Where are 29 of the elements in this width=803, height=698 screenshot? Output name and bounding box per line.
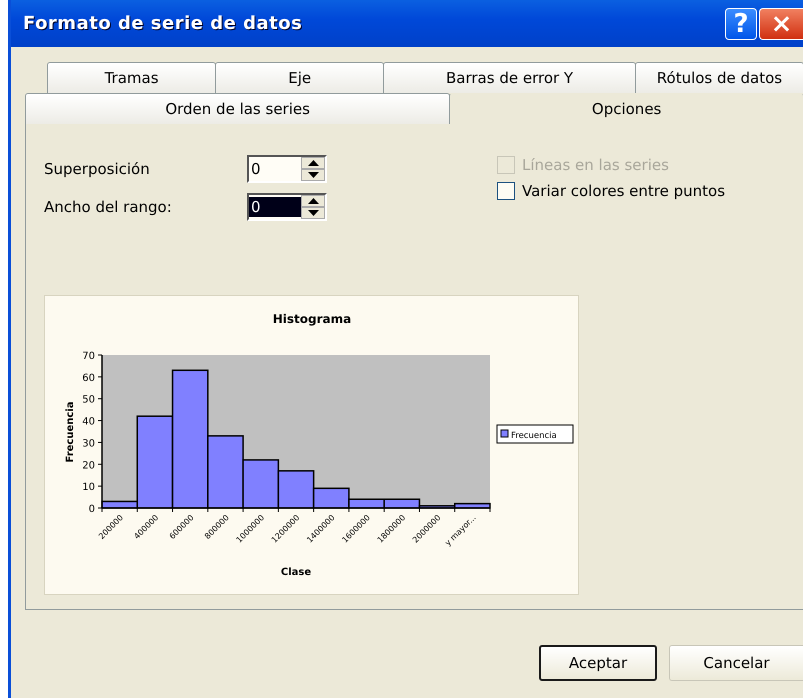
- dialog-button[interactable]: Cancelar: [669, 645, 803, 681]
- spin-field[interactable]: 0: [247, 193, 327, 221]
- spin-field[interactable]: 0: [247, 155, 327, 183]
- y-axis-title: Frecuencia: [65, 402, 76, 462]
- tab[interactable]: Rótulos de datos: [634, 62, 803, 93]
- legend-label: Frecuencia: [511, 431, 557, 441]
- dialog-button[interactable]: Aceptar: [539, 645, 657, 681]
- y-tick-label: 20: [82, 460, 95, 472]
- y-tick-label: 10: [82, 482, 95, 494]
- window-title: Formato de serie de datos: [23, 13, 304, 34]
- close-button[interactable]: ×: [759, 8, 803, 40]
- y-tick-label: 60: [82, 372, 95, 384]
- tab[interactable]: Tramas: [47, 62, 216, 93]
- field-label: Superposición: [44, 160, 151, 178]
- checkbox[interactable]: [497, 182, 515, 200]
- y-tick-label: 30: [82, 438, 95, 450]
- tab[interactable]: Orden de las series: [25, 93, 450, 124]
- chart-title: Histograma: [272, 312, 352, 326]
- y-tick-label: 70: [82, 351, 95, 362]
- y-tick-label: 40: [82, 416, 95, 428]
- checkbox-label: Líneas en las series: [522, 156, 669, 174]
- tab[interactable]: Barras de error Y: [383, 62, 636, 93]
- field-label: Ancho del rango:: [44, 198, 173, 216]
- x-axis-title: Clase: [280, 567, 312, 578]
- checkbox-label: Variar colores entre puntos: [522, 182, 726, 200]
- y-tick-label: 50: [82, 394, 95, 406]
- tab[interactable]: Eje: [215, 62, 384, 93]
- y-tick-label: 0: [88, 504, 95, 515]
- help-button[interactable]: ?: [725, 8, 757, 40]
